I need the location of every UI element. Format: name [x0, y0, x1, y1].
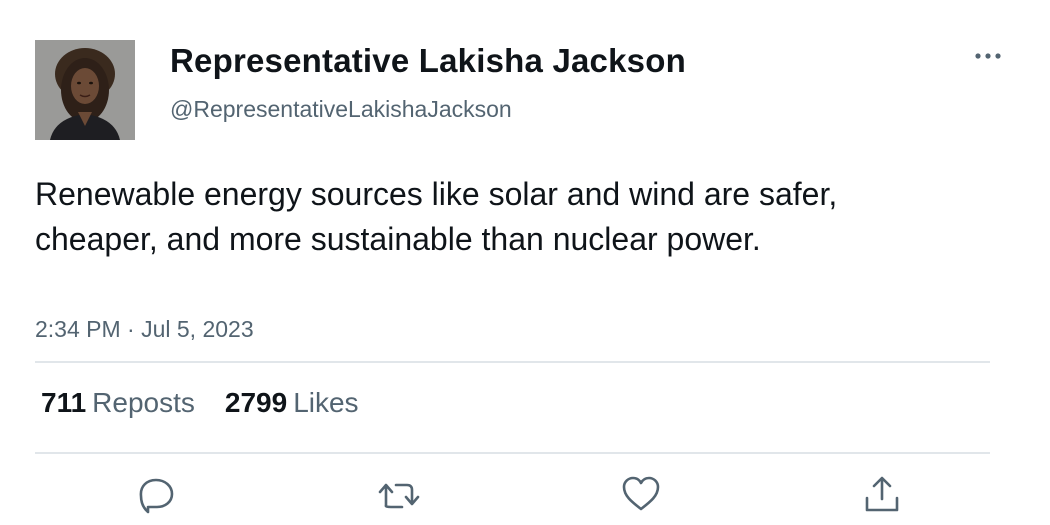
reply-icon	[139, 478, 174, 514]
divider	[35, 361, 990, 363]
avatar[interactable]	[35, 40, 135, 140]
share-icon	[865, 476, 899, 512]
tweet-text: Renewable energy sources like solar and …	[35, 176, 838, 257]
reply-button[interactable]	[136, 474, 176, 514]
engagement-stats: 711 Reposts 2799 Likes	[41, 387, 389, 419]
likes-stat[interactable]: 2799 Likes	[225, 387, 359, 419]
likes-count: 2799	[224, 387, 288, 418]
likes-label: Likes	[293, 387, 359, 418]
reposts-stat[interactable]: 711 Reposts	[41, 387, 195, 419]
user-handle[interactable]: @RepresentativeLakishaJackson	[170, 96, 512, 123]
repost-button[interactable]	[377, 474, 420, 514]
repost-icon	[378, 483, 420, 509]
reposts-count: 711	[41, 387, 87, 418]
divider	[35, 452, 990, 454]
profile-photo-icon	[35, 40, 135, 140]
more-options-icon[interactable]	[970, 42, 1006, 70]
timestamp[interactable]: 2:34 PM · Jul 5, 2023	[35, 316, 254, 343]
like-icon	[622, 476, 660, 511]
display-name[interactable]: Representative Lakisha Jackson	[170, 42, 686, 80]
like-button[interactable]	[621, 474, 661, 514]
share-button[interactable]	[862, 474, 902, 514]
reposts-label: Reposts	[92, 387, 195, 418]
